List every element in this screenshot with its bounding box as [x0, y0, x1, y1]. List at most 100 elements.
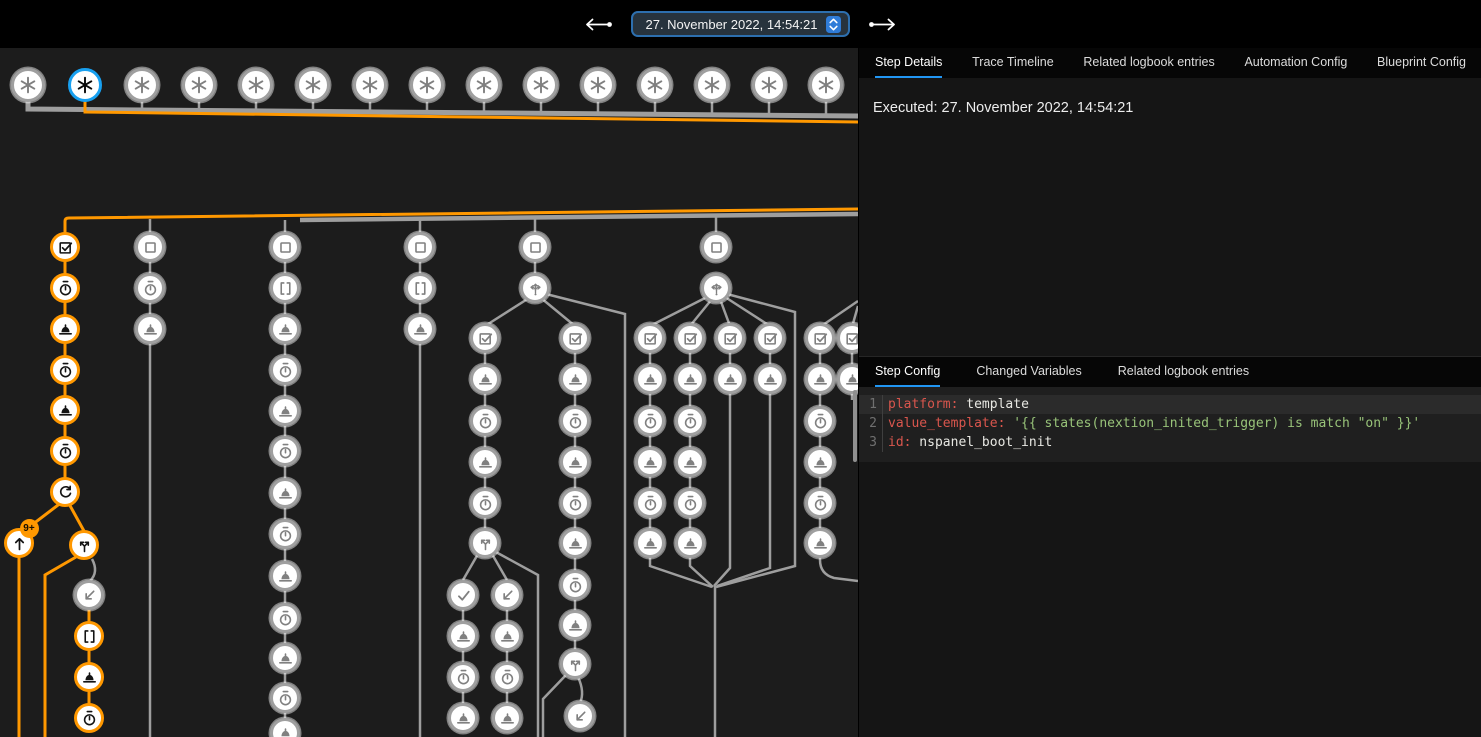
node-arrow-bottom-left[interactable]	[565, 701, 595, 731]
node-timer[interactable]	[560, 488, 590, 518]
node-bell[interactable]	[715, 364, 745, 394]
node-split[interactable]	[560, 649, 590, 679]
node-timer[interactable]	[50, 436, 80, 466]
node-bell[interactable]	[805, 364, 835, 394]
node-repeat[interactable]	[50, 477, 80, 507]
config-tab-step-config[interactable]: Step Config	[875, 357, 940, 387]
node-asterisk[interactable]	[410, 68, 444, 102]
node-bell[interactable]	[635, 447, 665, 477]
node-check[interactable]	[448, 580, 478, 610]
node-checkbox[interactable]	[755, 323, 785, 353]
node-timer[interactable]	[270, 683, 300, 713]
node-bell[interactable]	[675, 528, 705, 558]
node-timer[interactable]	[560, 570, 590, 600]
node-timer[interactable]	[270, 519, 300, 549]
details-tab-related-logbook-entries[interactable]: Related logbook entries	[1083, 48, 1214, 78]
node-asterisk[interactable]	[125, 68, 159, 102]
node-bell[interactable]	[50, 395, 80, 425]
node-timer[interactable]	[448, 662, 478, 692]
details-tab-step-details[interactable]: Step Details	[875, 48, 942, 78]
node-square[interactable]	[701, 232, 731, 262]
node-bell[interactable]	[492, 621, 522, 651]
node-bell[interactable]	[470, 364, 500, 394]
node-timer[interactable]	[805, 488, 835, 518]
node-brackets[interactable]	[74, 621, 104, 651]
details-tab-automation-config[interactable]: Automation Config	[1244, 48, 1347, 78]
node-asterisk[interactable]	[638, 68, 672, 102]
node-bell[interactable]	[492, 703, 522, 733]
node-timer[interactable]	[805, 406, 835, 436]
node-arrow-bottom-left[interactable]	[74, 580, 104, 610]
node-timer[interactable]	[74, 703, 104, 733]
node-bell[interactable]	[270, 643, 300, 673]
node-square[interactable]	[405, 232, 435, 262]
node-timer[interactable]	[635, 488, 665, 518]
node-timer[interactable]	[492, 662, 522, 692]
node-bell[interactable]	[675, 447, 705, 477]
node-checkbox[interactable]	[50, 232, 80, 262]
node-asterisk-selected[interactable]	[68, 68, 102, 102]
config-tab-related-logbook-entries[interactable]: Related logbook entries	[1118, 357, 1249, 387]
node-asterisk[interactable]	[467, 68, 501, 102]
node-bell[interactable]	[270, 478, 300, 508]
node-timer[interactable]	[50, 355, 80, 385]
node-timer[interactable]	[135, 273, 165, 303]
node-square[interactable]	[520, 232, 550, 262]
graph-scrollbar-thumb[interactable]	[853, 390, 857, 462]
node-choose[interactable]	[520, 273, 550, 303]
node-timer[interactable]	[470, 488, 500, 518]
node-asterisk[interactable]	[353, 68, 387, 102]
details-tab-trace-timeline[interactable]: Trace Timeline	[972, 48, 1054, 78]
node-bell[interactable]	[74, 662, 104, 692]
node-asterisk[interactable]	[182, 68, 216, 102]
node-bell[interactable]	[405, 314, 435, 344]
node-timer[interactable]	[470, 406, 500, 436]
node-bell[interactable]	[270, 314, 300, 344]
node-checkbox[interactable]	[470, 323, 500, 353]
node-timer[interactable]	[270, 436, 300, 466]
node-split[interactable]	[69, 530, 99, 560]
previous-run-button[interactable]	[579, 16, 617, 33]
node-checkbox[interactable]	[715, 323, 745, 353]
node-asterisk[interactable]	[809, 68, 843, 102]
node-checkbox[interactable]	[560, 323, 590, 353]
node-bell[interactable]	[755, 364, 785, 394]
node-asterisk[interactable]	[11, 68, 45, 102]
node-bell[interactable]	[635, 528, 665, 558]
run-select[interactable]: 27. November 2022, 14:54:21	[631, 11, 849, 37]
node-split[interactable]	[470, 528, 500, 558]
node-timer[interactable]	[635, 406, 665, 436]
node-bell[interactable]	[470, 447, 500, 477]
node-bell[interactable]	[135, 314, 165, 344]
node-bell[interactable]	[675, 364, 705, 394]
details-tab-blueprint-config[interactable]: Blueprint Config	[1377, 48, 1466, 78]
config-tab-changed-variables[interactable]: Changed Variables	[976, 357, 1081, 387]
node-square[interactable]	[270, 232, 300, 262]
node-checkbox[interactable]	[635, 323, 665, 353]
node-checkbox[interactable]	[675, 323, 705, 353]
node-bell[interactable]	[805, 528, 835, 558]
node-bell[interactable]	[270, 561, 300, 591]
node-bell[interactable]	[635, 364, 665, 394]
node-checkbox[interactable]	[805, 323, 835, 353]
node-timer[interactable]	[270, 355, 300, 385]
node-square[interactable]	[135, 232, 165, 262]
node-brackets[interactable]	[270, 273, 300, 303]
node-timer[interactable]	[560, 406, 590, 436]
node-bell[interactable]	[448, 621, 478, 651]
node-timer[interactable]	[50, 273, 80, 303]
node-timer[interactable]	[675, 406, 705, 436]
node-timer[interactable]	[675, 488, 705, 518]
node-asterisk[interactable]	[296, 68, 330, 102]
node-asterisk[interactable]	[239, 68, 273, 102]
yaml-code-editor[interactable]: 1platform: template2value_template: '{{ …	[859, 387, 1481, 462]
node-asterisk[interactable]	[581, 68, 615, 102]
node-bell[interactable]	[560, 364, 590, 394]
node-arrow-bottom-left[interactable]	[492, 580, 522, 610]
node-asterisk[interactable]	[524, 68, 558, 102]
node-bell[interactable]	[50, 314, 80, 344]
node-brackets[interactable]	[405, 273, 435, 303]
node-choose[interactable]	[701, 273, 731, 303]
node-bell[interactable]	[448, 703, 478, 733]
node-asterisk[interactable]	[695, 68, 729, 102]
